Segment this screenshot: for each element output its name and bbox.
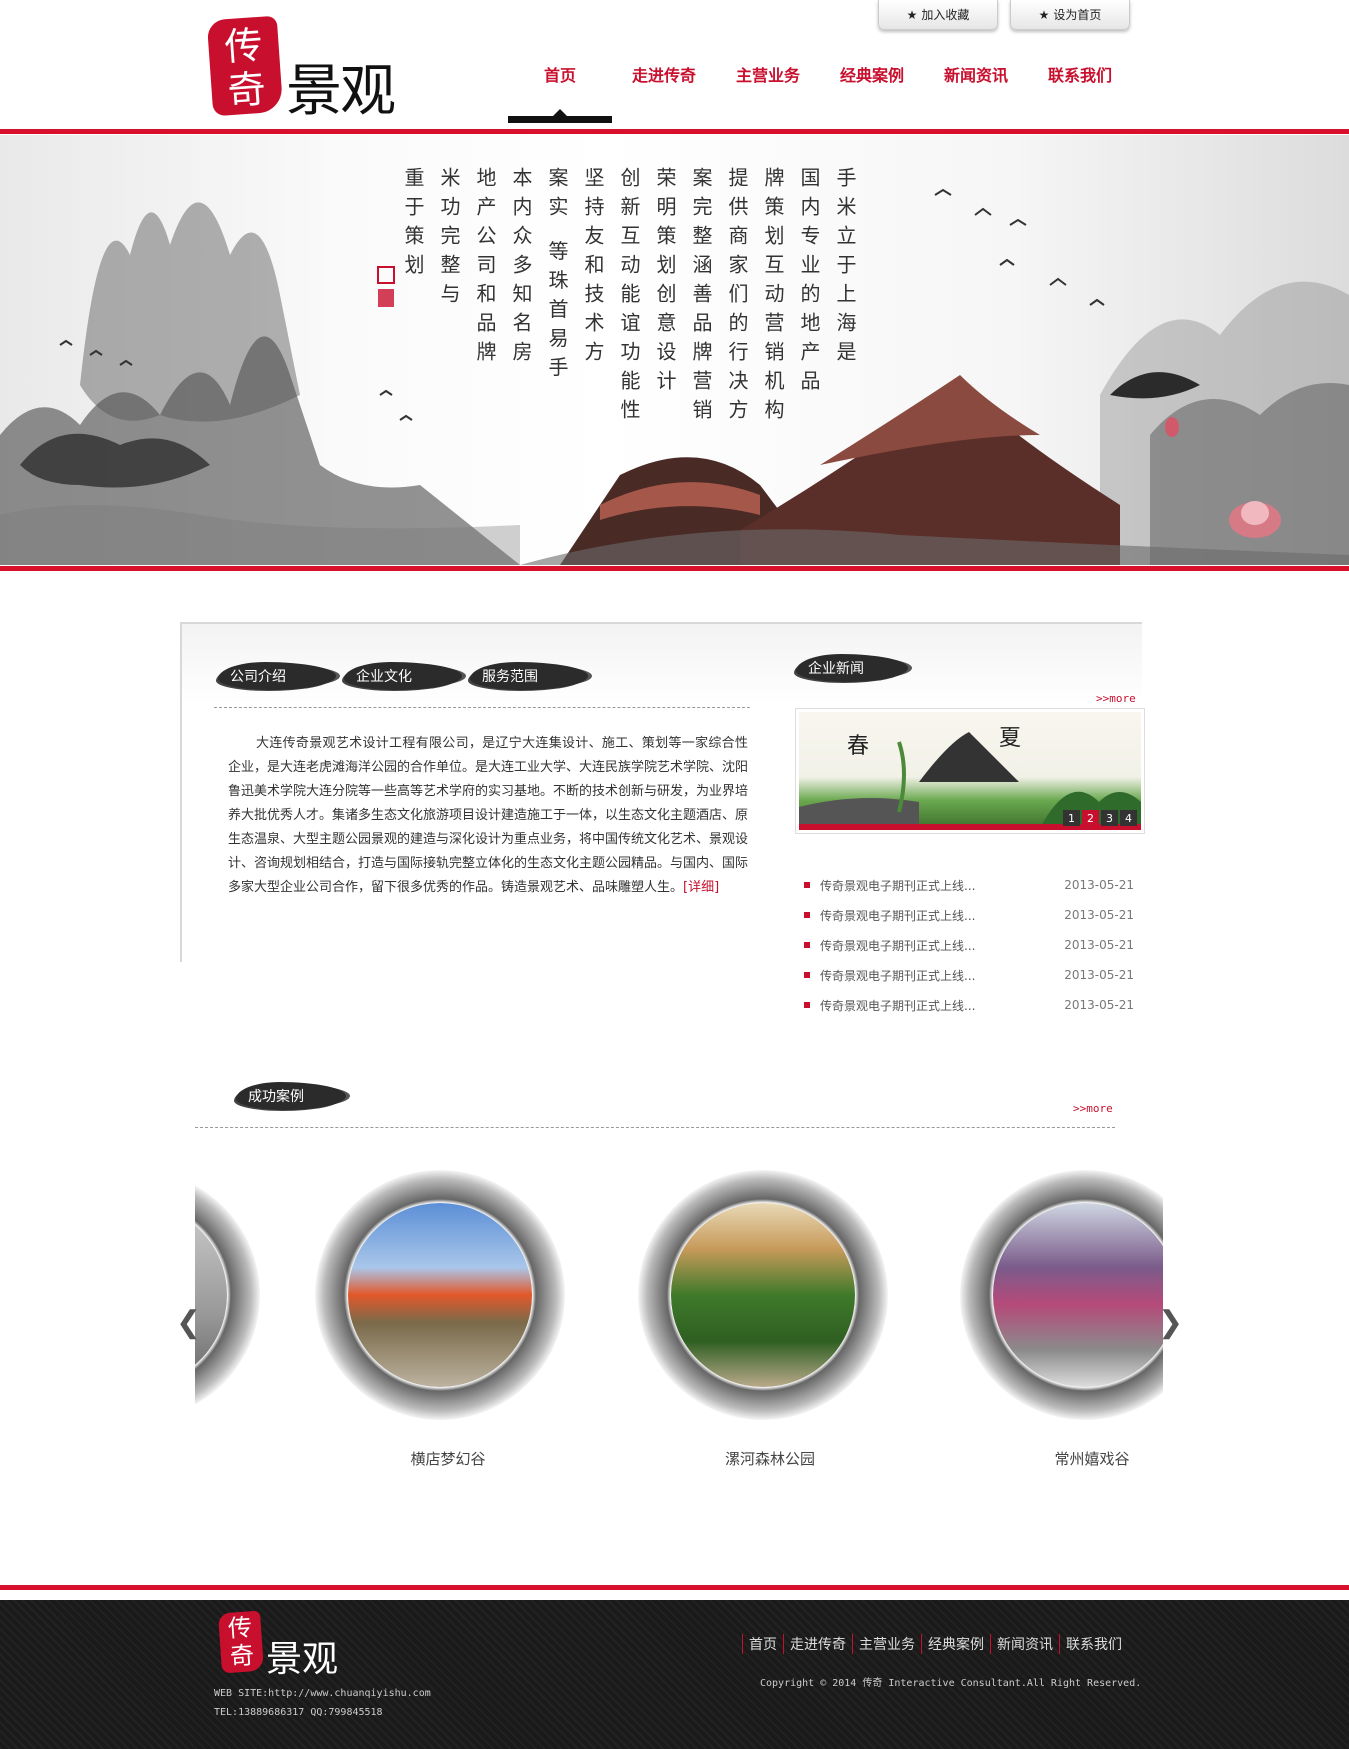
poem-column: 国内专业的地产品: [797, 167, 821, 399]
slider-image[interactable]: 春 夏 1 2 3 4: [799, 712, 1141, 830]
news-title: 企业新闻: [796, 652, 908, 684]
case-label[interactable]: 漯河森林公园: [670, 1448, 870, 1469]
case-partial-left[interactable]: [195, 1165, 265, 1425]
footer-nav-business[interactable]: 主营业务: [852, 1634, 921, 1654]
footer-nav-news[interactable]: 新闻资讯: [990, 1634, 1059, 1654]
set-homepage-button[interactable]: ★ 设为首页: [1010, 0, 1130, 30]
slider-page-1[interactable]: 1: [1063, 810, 1080, 826]
tab-corporate-culture[interactable]: 企业文化: [344, 660, 462, 692]
news-more-link[interactable]: >>more: [1096, 692, 1136, 705]
news-item[interactable]: 传奇景观电子期刊正式上线... 2013-05-21: [804, 870, 1134, 900]
banner-poem: 手米立于上海是 国内专业的地产品 牌策划互动营销机构 提供商家们的行决方 案完整…: [400, 167, 858, 428]
main-nav: 首页 走进传奇 主营业务 经典案例 新闻资讯 联系我们: [508, 62, 1132, 123]
poem-column: 重于策划: [401, 167, 425, 283]
slider-page-4[interactable]: 4: [1120, 810, 1137, 826]
poem-column: 坚持友和技术方: [581, 167, 605, 370]
about-tabs: 公司介绍 企业文化 服务范围: [218, 660, 588, 692]
footer-nav: 首页 走进传奇 主营业务 经典案例 新闻资讯 联系我们: [742, 1634, 1128, 1654]
news-item[interactable]: 传奇景观电子期刊正式上线... 2013-05-21: [804, 990, 1134, 1020]
nav-item-about[interactable]: 走进传奇: [612, 62, 716, 122]
nav-item-cases[interactable]: 经典案例: [820, 62, 924, 122]
copyright: Copyright © 2014 传奇 Interactive Consulta…: [760, 1678, 1142, 1689]
news-item[interactable]: 传奇景观电子期刊正式上线... 2013-05-21: [804, 930, 1134, 960]
footer-red-line: [0, 1585, 1349, 1590]
banner-red-line: [0, 566, 1349, 571]
poem-column: 地产公司和品牌: [473, 167, 497, 370]
poem-column: 案完整涵善品牌营销: [689, 167, 713, 428]
tab-service-scope[interactable]: 服务范围: [470, 660, 588, 692]
cases-carousel: [195, 1165, 1163, 1425]
add-favorite-button[interactable]: ★ 加入收藏: [878, 0, 998, 30]
news-list: 传奇景观电子期刊正式上线... 2013-05-21 传奇景观电子期刊正式上线..…: [804, 870, 1134, 1020]
slider-page-2[interactable]: 2: [1082, 810, 1099, 826]
page: ★ 加入收藏 ★ 设为首页 传奇 景观 首页 走进传奇 主营业务 经典案例 新闻…: [0, 0, 1349, 1749]
footer-logo[interactable]: 传奇 景观: [217, 1610, 339, 1682]
news-item[interactable]: 传奇景观电子期刊正式上线... 2013-05-21: [804, 900, 1134, 930]
case-hengdian[interactable]: [310, 1165, 570, 1425]
poem-column: 本内众多知名房: [509, 167, 533, 370]
company-intro-text: 大连传奇景观艺术设计工程有限公司，是辽宁大连集设计、施工、策划等一家综合性企业，…: [228, 732, 748, 900]
cases-header: 成功案例: [236, 1080, 346, 1112]
footer: 传奇 景观 WEB SITE:http://www.chuanqiyishu.co…: [0, 1600, 1349, 1749]
logo-word: 景观: [286, 59, 396, 124]
nav-item-news[interactable]: 新闻资讯: [924, 62, 1028, 122]
nav-item-home[interactable]: 首页: [508, 62, 612, 123]
case-photo: [993, 1203, 1163, 1387]
footer-contact: TEL:13889686317 QQ:799845518: [214, 1707, 383, 1718]
poem-column: 米功完整与: [437, 167, 461, 312]
news-slider[interactable]: 春 夏 1 2 3 4: [795, 708, 1145, 834]
footer-logo-seal: 传奇: [217, 1610, 265, 1674]
about-divider: [214, 707, 750, 708]
poem-column: 案实 等珠首易手: [545, 167, 569, 386]
star-icon: ★: [906, 7, 918, 22]
poem-column: 牌策划互动营销机构: [761, 167, 785, 428]
footer-nav-cases[interactable]: 经典案例: [921, 1634, 990, 1654]
case-changzhou[interactable]: [955, 1165, 1163, 1425]
intro-body: 大连传奇景观艺术设计工程有限公司，是辽宁大连集设计、施工、策划等一家综合性企业，…: [228, 736, 749, 895]
site-logo[interactable]: 传奇 景观: [206, 14, 430, 124]
cases-title: 成功案例: [236, 1080, 346, 1112]
footer-logo-word: 景观: [266, 1639, 339, 1680]
slider-char-spring: 春: [847, 734, 870, 759]
star-icon: ★: [1038, 7, 1050, 22]
nav-item-contact[interactable]: 联系我们: [1028, 62, 1132, 122]
poem-column: 手米立于上海是: [833, 167, 857, 370]
hero-banner: 手米立于上海是 国内专业的地产品 牌策划互动营销机构 提供商家们的行决方 案完整…: [0, 135, 1349, 565]
news-header: 企业新闻: [796, 652, 908, 684]
footer-nav-home[interactable]: 首页: [742, 1634, 783, 1654]
slider-char-summer: 夏: [999, 726, 1022, 751]
top-buttons: ★ 加入收藏 ★ 设为首页: [878, 0, 1130, 30]
poem-column: 荣明策划创意设计: [653, 167, 677, 399]
slider-pagination: 1 2 3 4: [1063, 810, 1137, 826]
footer-nav-contact[interactable]: 联系我们: [1059, 1634, 1128, 1654]
tab-company-intro[interactable]: 公司介绍: [218, 660, 336, 692]
case-label[interactable]: 横店梦幻谷: [348, 1448, 548, 1469]
footer-website: WEB SITE:http://www.chuanqiyishu.com: [214, 1688, 431, 1699]
poem-column: 提供商家们的行决方: [725, 167, 749, 428]
carousel-prev-arrow[interactable]: ❮: [176, 1305, 201, 1340]
detail-link[interactable]: [详细]: [683, 880, 719, 895]
poem-column: 创新互动能谊功能性: [617, 167, 641, 428]
cases-more-link[interactable]: >>more: [1073, 1102, 1113, 1115]
slider-page-3[interactable]: 3: [1101, 810, 1118, 826]
carousel-next-arrow[interactable]: ❯: [1158, 1305, 1183, 1340]
case-luohe[interactable]: [633, 1165, 893, 1425]
header-red-line: [0, 129, 1349, 134]
footer-nav-about[interactable]: 走进传奇: [783, 1634, 852, 1654]
cases-divider: [195, 1127, 1115, 1128]
nav-item-business[interactable]: 主营业务: [716, 62, 820, 122]
case-photo: [671, 1203, 855, 1387]
case-label[interactable]: 常州嬉戏谷: [992, 1448, 1192, 1469]
add-favorite-label: 加入收藏: [921, 8, 970, 22]
set-homepage-label: 设为首页: [1053, 8, 1102, 22]
logo-seal: 传奇: [206, 15, 284, 117]
case-photo: [348, 1203, 532, 1387]
news-item[interactable]: 传奇景观电子期刊正式上线... 2013-05-21: [804, 960, 1134, 990]
